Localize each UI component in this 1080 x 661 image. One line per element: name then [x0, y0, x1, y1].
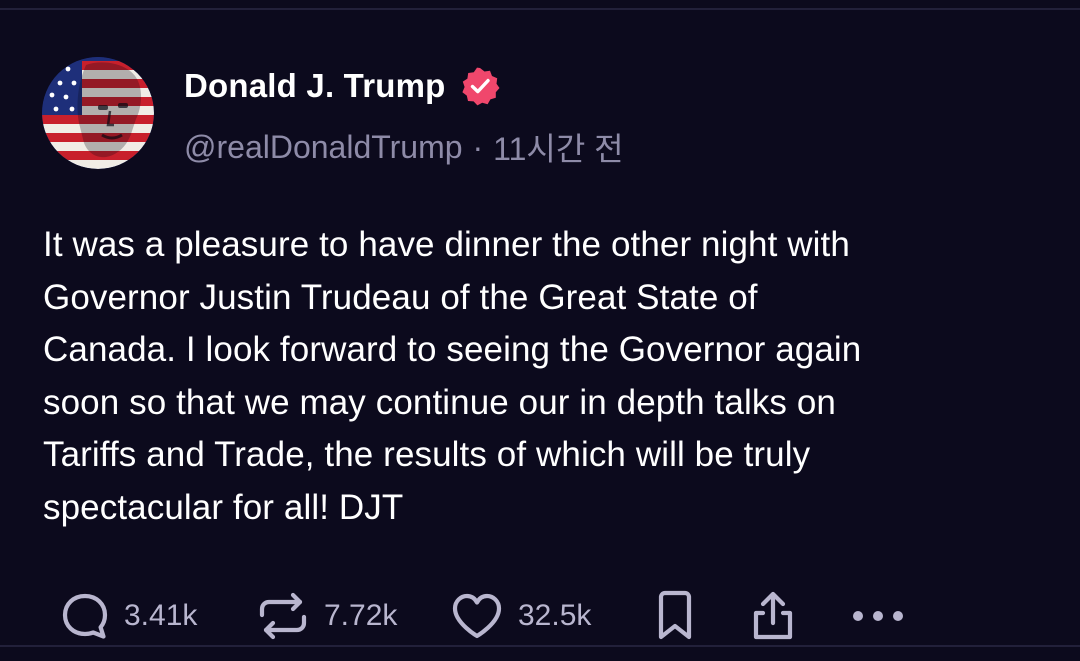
avatar[interactable] — [42, 57, 154, 169]
like-count: 32.5k — [518, 599, 592, 632]
flag-portrait-avatar-icon — [42, 57, 154, 169]
post-card: Donald J. Trump @realDonaldTrump · 11시간 … — [0, 0, 1080, 661]
meta-separator: · — [472, 128, 484, 165]
post-action-bar: 3.41k 7.72k 32.5k — [0, 588, 1080, 644]
reply-icon — [62, 593, 108, 639]
author-meta-row: @realDonaldTrump · 11시간 전 — [184, 124, 624, 170]
bookmark-icon — [658, 590, 692, 640]
reply-button[interactable]: 3.41k — [60, 588, 197, 644]
bottom-divider — [0, 645, 1080, 647]
repost-count: 7.72k — [324, 599, 398, 632]
author-display-name[interactable]: Donald J. Trump — [184, 67, 446, 105]
post-timestamp[interactable]: 11시간 전 — [493, 124, 623, 170]
author-handle[interactable]: @realDonaldTrump — [184, 129, 463, 166]
like-button[interactable]: 32.5k — [450, 588, 591, 644]
repost-button[interactable]: 7.72k — [256, 588, 397, 644]
author-name-row: Donald J. Trump — [184, 64, 500, 108]
reply-count: 3.41k — [124, 599, 198, 632]
share-icon — [753, 591, 793, 640]
heart-icon — [452, 593, 502, 639]
more-dots-icon — [853, 611, 903, 621]
share-button[interactable] — [748, 588, 798, 644]
verified-badge-icon — [461, 67, 500, 106]
more-options-button[interactable] — [850, 588, 906, 644]
bookmark-button[interactable] — [655, 588, 695, 644]
post-body: It was a pleasure to have dinner the oth… — [43, 225, 862, 527]
repost-icon — [259, 592, 307, 640]
